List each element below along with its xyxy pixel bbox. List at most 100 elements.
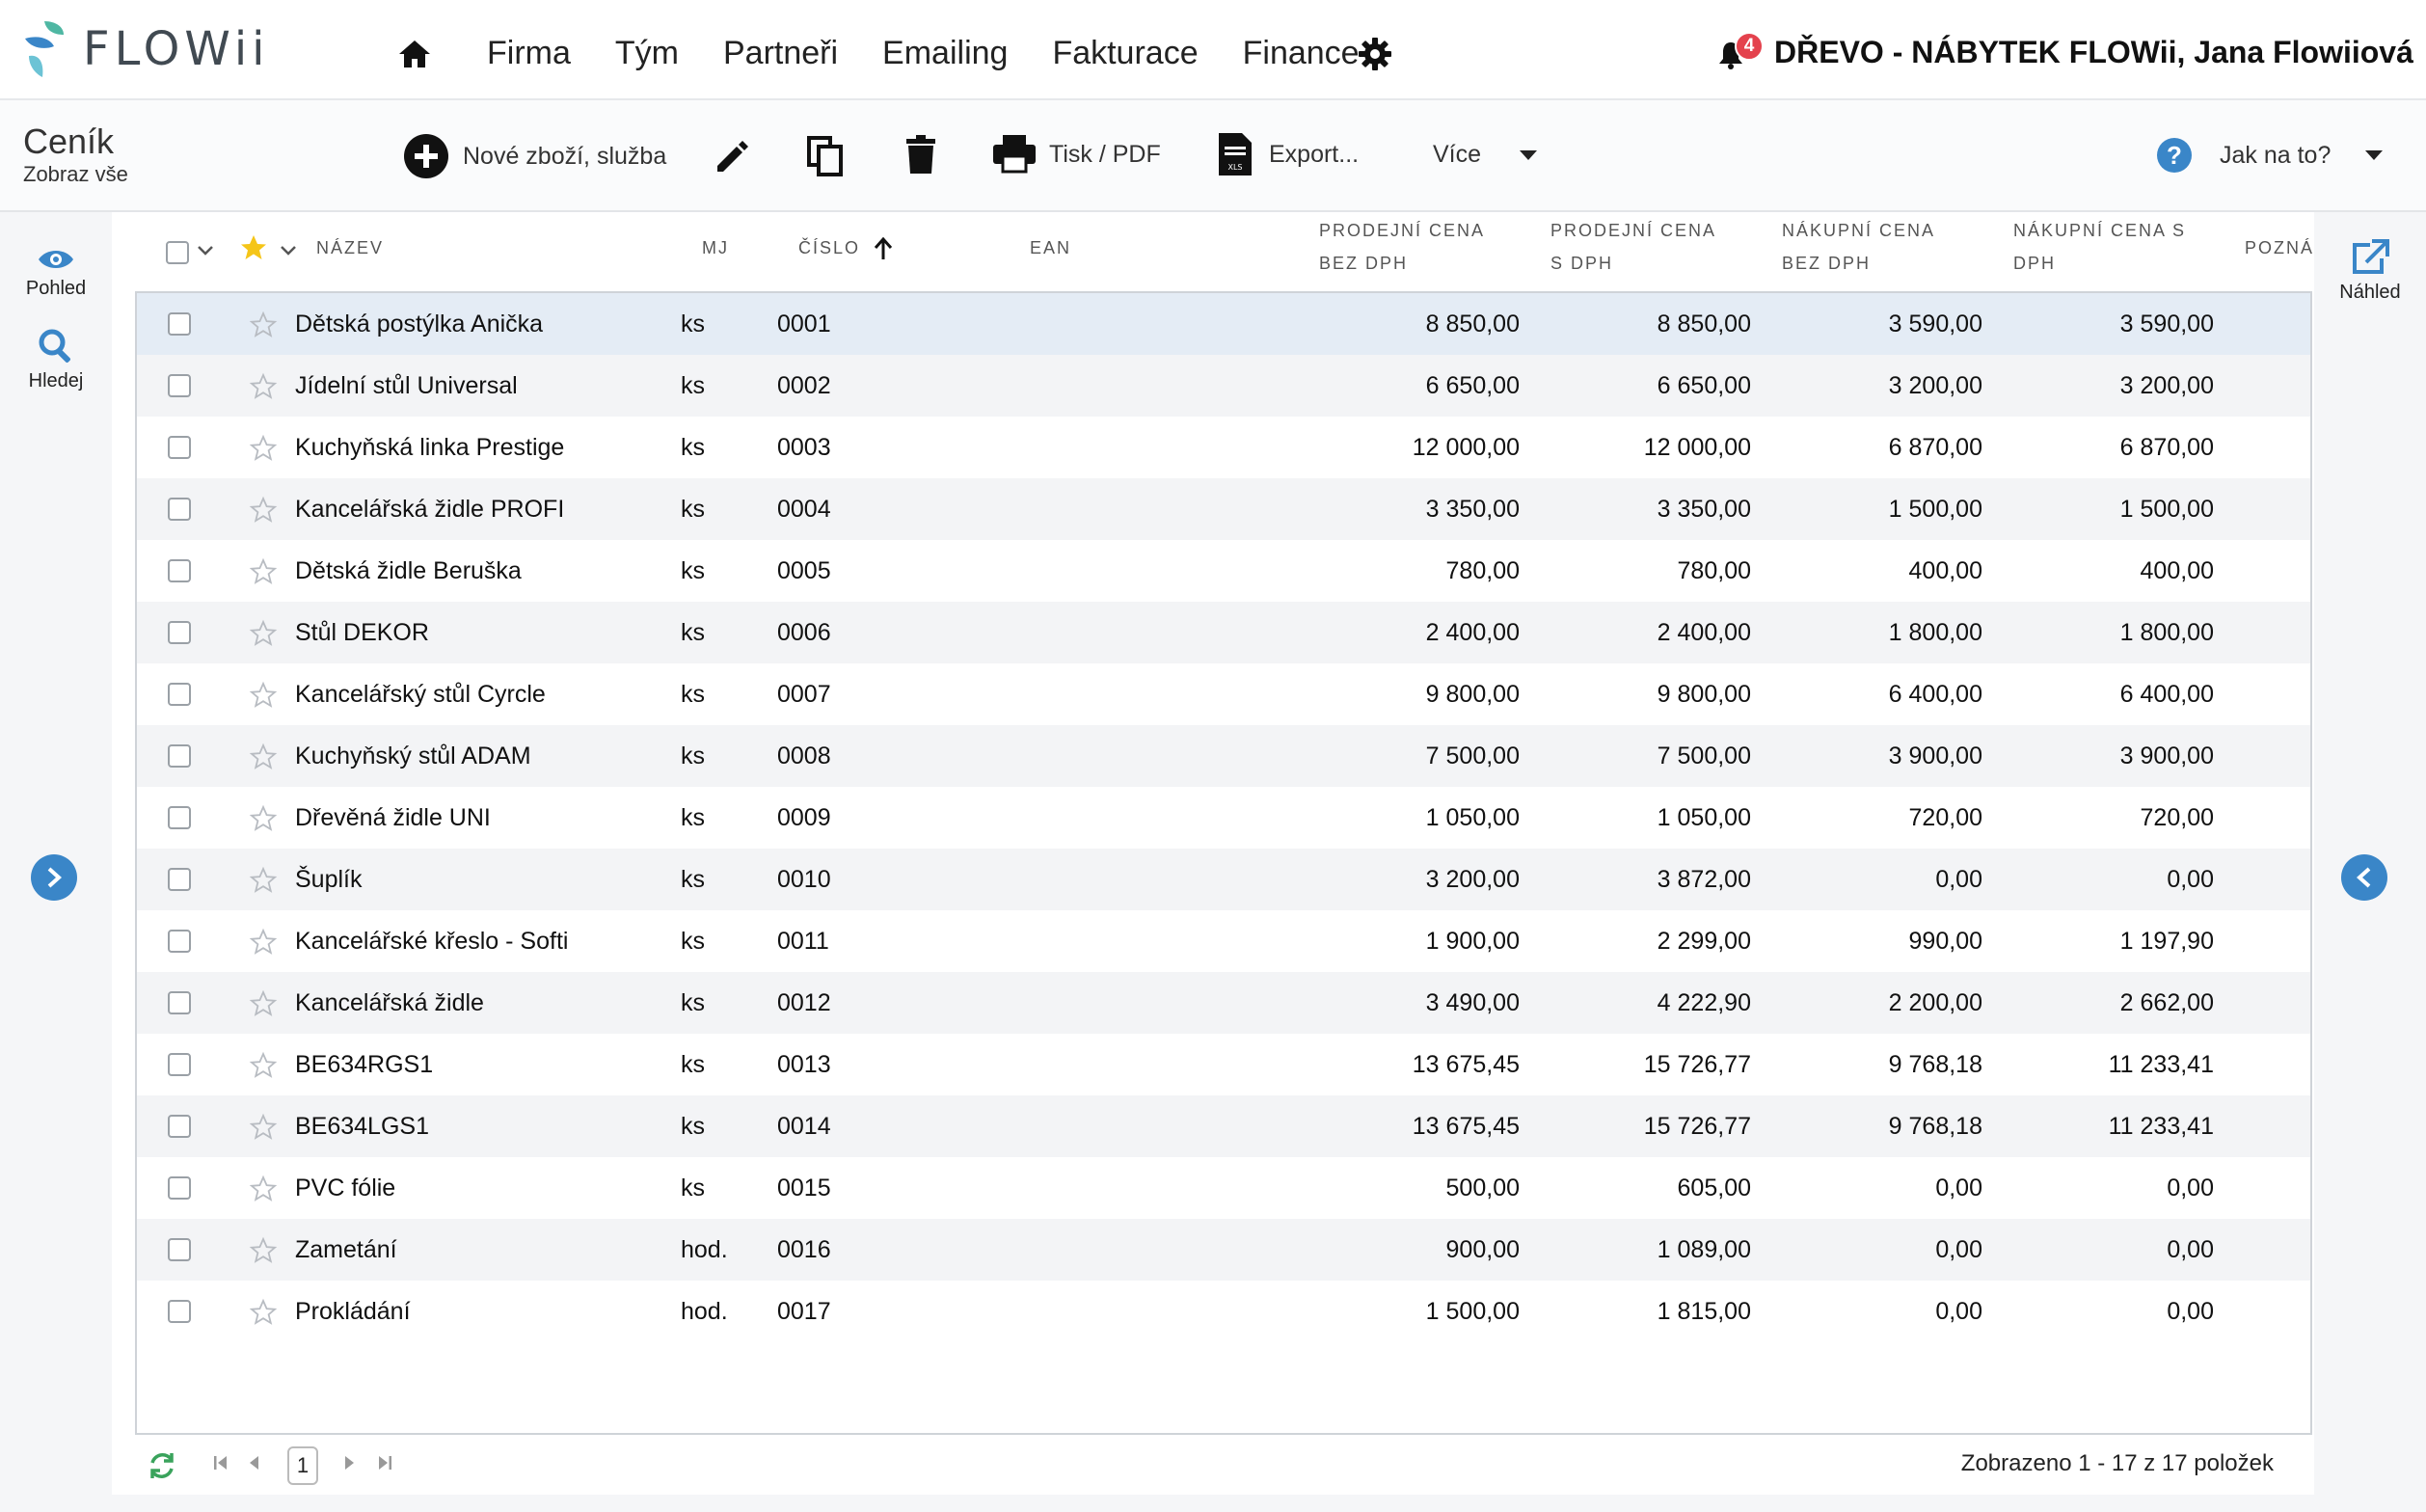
row-checkbox[interactable]: [168, 1115, 191, 1138]
favorite-star-icon[interactable]: [249, 372, 278, 401]
nav-emailing[interactable]: Emailing: [882, 35, 1008, 72]
col-header-unit[interactable]: MJ: [702, 231, 729, 264]
cell-number: 0009: [777, 804, 831, 831]
favorite-star-icon[interactable]: [249, 742, 278, 771]
favorite-star-icon[interactable]: [249, 434, 278, 463]
table-row[interactable]: Kuchyňská linka Prestige ks 0003 12 000,00 1…: [137, 417, 2310, 478]
row-checkbox[interactable]: [168, 436, 191, 459]
notification-badge[interactable]: 4: [1735, 32, 1764, 61]
table-row[interactable]: BE634RGS1 ks 0013 13 675,45 15 726,77 9 768,1…: [137, 1034, 2310, 1095]
expand-left-panel-button[interactable]: [31, 854, 77, 901]
edit-button[interactable]: [714, 137, 752, 176]
export-button[interactable]: XLS Export...: [1219, 133, 1359, 176]
favorite-star-icon[interactable]: [249, 989, 278, 1018]
cell-name: PVC fólie: [295, 1174, 396, 1202]
col-header-sell-no-vat[interactable]: Prodejní cena bez DPH: [1319, 214, 1485, 280]
favorite-star-icon[interactable]: [249, 1051, 278, 1080]
favorite-star-icon[interactable]: [249, 1298, 278, 1327]
col-header-name[interactable]: Název: [316, 231, 384, 264]
row-checkbox[interactable]: [168, 991, 191, 1014]
gear-icon[interactable]: [1358, 37, 1392, 71]
row-checkbox[interactable]: [168, 374, 191, 397]
delete-button[interactable]: [904, 135, 937, 176]
col-header-sell-vat[interactable]: Prodejní cena s DPH: [1550, 214, 1716, 280]
favorite-star-icon[interactable]: [249, 804, 278, 833]
nav-partneri[interactable]: Partneři: [723, 35, 838, 72]
table-row[interactable]: PVC fólie ks 0015 500,00 605,00 0,00 0,00: [137, 1157, 2310, 1219]
star-icon[interactable]: [239, 233, 268, 262]
favorite-star-icon[interactable]: [249, 310, 278, 339]
table-row[interactable]: Kancelářské křeslo - Softi ks 0011 1 900,00…: [137, 910, 2310, 972]
nav-fakturace[interactable]: Fakturace: [1052, 35, 1198, 72]
home-icon[interactable]: [397, 39, 432, 69]
help-dropdown[interactable]: ? Jak na to?: [2156, 137, 2384, 174]
favorite-star-icon[interactable]: [249, 928, 278, 957]
cell-buy-vat: 11 233,41: [2108, 1051, 2214, 1078]
col-header-ean[interactable]: EAN: [1030, 231, 1071, 264]
col-header-buy-no-vat[interactable]: Nákupní cena bez DPH: [1782, 214, 1935, 280]
top-navigation-bar: FLOWii Firma Tým Partneři Emailing Faktu…: [0, 0, 2426, 100]
view-button[interactable]: Pohled: [0, 247, 112, 300]
table-row[interactable]: Kancelářský stůl Cyrcle ks 0007 9 800,00 9 8…: [137, 663, 2310, 725]
row-checkbox[interactable]: [168, 930, 191, 953]
table-row[interactable]: Stůl DEKOR ks 0006 2 400,00 2 400,00 1 800,00…: [137, 602, 2310, 663]
new-item-button[interactable]: Nové zboží, služba: [403, 133, 666, 179]
table-row[interactable]: Prokládání hod. 0017 1 500,00 1 815,00 0,00 0,…: [137, 1281, 2310, 1342]
row-checkbox[interactable]: [168, 1053, 191, 1076]
favorite-star-icon[interactable]: [249, 496, 278, 525]
row-checkbox[interactable]: [168, 868, 191, 891]
favorite-star-icon[interactable]: [249, 557, 278, 586]
print-pdf-button[interactable]: Tisk / PDF: [993, 135, 1161, 174]
row-checkbox[interactable]: [168, 312, 191, 336]
refresh-icon[interactable]: [147, 1450, 177, 1481]
table-row[interactable]: Jídelní stůl Universal ks 0002 6 650,00 6 65…: [137, 355, 2310, 417]
col-header-number[interactable]: Číslo: [798, 231, 894, 264]
nav-firma[interactable]: Firma: [487, 35, 571, 72]
row-checkbox[interactable]: [168, 498, 191, 521]
favorite-star-icon[interactable]: [249, 681, 278, 710]
preview-button[interactable]: Náhled: [2314, 239, 2426, 304]
search-button[interactable]: Hledej: [0, 328, 112, 392]
table-row[interactable]: Dětská židle Beruška ks 0005 780,00 780,00 40…: [137, 540, 2310, 602]
nav-tym[interactable]: Tým: [615, 35, 679, 72]
row-checkbox[interactable]: [168, 744, 191, 768]
more-dropdown[interactable]: Více: [1433, 141, 1538, 169]
chevron-down-icon[interactable]: [197, 245, 214, 256]
copy-button[interactable]: [806, 135, 845, 177]
row-checkbox[interactable]: [168, 1176, 191, 1200]
col-header-buy-vat[interactable]: Nákupní cena s DPH: [2013, 214, 2186, 280]
grid-header: Název MJ Číslo EAN Prodejní cena bez DPH…: [135, 212, 2314, 291]
nav-finance[interactable]: Finance: [1243, 35, 1360, 72]
select-all-checkbox[interactable]: [166, 241, 189, 264]
first-page-icon[interactable]: [212, 1454, 229, 1472]
row-checkbox[interactable]: [168, 559, 191, 582]
chevron-down-icon[interactable]: [280, 245, 297, 256]
page-subtitle[interactable]: Zobraz vše: [23, 162, 128, 187]
last-page-icon[interactable]: [376, 1454, 393, 1472]
row-checkbox[interactable]: [168, 1238, 191, 1261]
current-page-box[interactable]: 1: [287, 1446, 318, 1485]
col-header-note[interactable]: Pozná: [2245, 231, 2312, 264]
expand-right-panel-button[interactable]: [2341, 854, 2387, 901]
favorite-star-icon[interactable]: [249, 866, 278, 895]
table-row[interactable]: Šuplík ks 0010 3 200,00 3 872,00 0,00 0,00: [137, 849, 2310, 910]
row-checkbox[interactable]: [168, 683, 191, 706]
next-page-icon[interactable]: [343, 1454, 357, 1472]
table-row[interactable]: Zametání hod. 0016 900,00 1 089,00 0,00 0,00: [137, 1219, 2310, 1281]
company-user-label[interactable]: DŘEVO - NÁBYTEK FLOWii, Jana Flowiiová: [1774, 35, 2413, 70]
table-row[interactable]: Kancelářská židle ks 0012 3 490,00 4 222,90 2…: [137, 972, 2310, 1034]
table-row[interactable]: BE634LGS1 ks 0014 13 675,45 15 726,77 9 768,1…: [137, 1095, 2310, 1157]
favorite-star-icon[interactable]: [249, 1113, 278, 1142]
favorite-star-icon[interactable]: [249, 1236, 278, 1265]
previous-page-icon[interactable]: [247, 1454, 260, 1472]
table-row[interactable]: Kancelářská židle PROFI ks 0004 3 350,00 3 3…: [137, 478, 2310, 540]
favorite-star-icon[interactable]: [249, 619, 278, 648]
favorite-star-icon[interactable]: [249, 1174, 278, 1203]
row-checkbox[interactable]: [168, 1300, 191, 1323]
table-row[interactable]: Kuchyňský stůl ADAM ks 0008 7 500,00 7 500,0…: [137, 725, 2310, 787]
flowii-logo[interactable]: FLOWii: [21, 15, 270, 83]
table-row[interactable]: Dětská postýlka Anička ks 0001 8 850,00 8 85…: [137, 293, 2310, 355]
row-checkbox[interactable]: [168, 621, 191, 644]
row-checkbox[interactable]: [168, 806, 191, 829]
table-row[interactable]: Dřevěná židle UNI ks 0009 1 050,00 1 050,00 7…: [137, 787, 2310, 849]
